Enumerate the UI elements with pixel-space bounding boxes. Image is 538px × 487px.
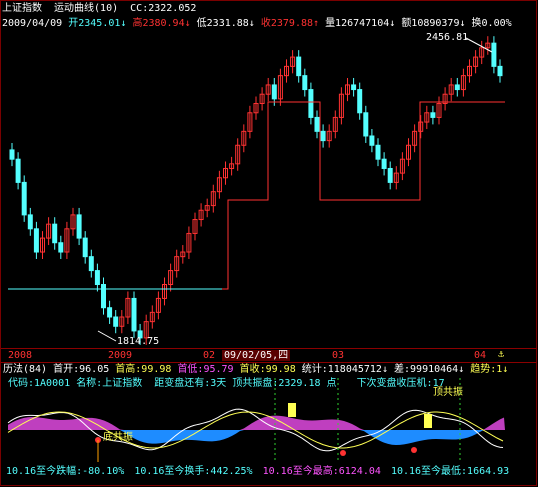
axis-label-03: 03 bbox=[332, 350, 345, 361]
candle-body bbox=[320, 130, 326, 142]
candle-body bbox=[454, 84, 460, 91]
candle-body bbox=[101, 284, 106, 309]
candle-body bbox=[308, 89, 314, 118]
status-dist: 距变盘还有:3 bbox=[154, 378, 217, 389]
divider bbox=[1, 348, 537, 349]
status-day: 天 bbox=[216, 378, 227, 389]
candle-body bbox=[82, 237, 88, 258]
signal-bar bbox=[424, 414, 432, 428]
divider bbox=[1, 362, 537, 363]
candle-body bbox=[94, 270, 100, 286]
bottom-bar: 10.16至今跌幅:-80.10% 10.16至今换手:442.25% 10.1… bbox=[6, 466, 509, 478]
status-stat: 统计:118045712↓ bbox=[301, 364, 388, 375]
candle-body bbox=[381, 158, 387, 169]
signal-bar bbox=[288, 403, 296, 417]
status-code: 代码:1A0001 bbox=[8, 378, 71, 389]
bottom-low: 10.16至今最低:1664.93 bbox=[390, 466, 510, 477]
candle-body bbox=[131, 297, 137, 332]
candle-body bbox=[296, 56, 302, 77]
max-price-label: 2456.81 bbox=[426, 32, 469, 43]
candle-body bbox=[113, 316, 119, 327]
candle-body bbox=[369, 135, 375, 146]
status-diff: 差:99910464↓ bbox=[394, 364, 465, 375]
candle-body bbox=[52, 223, 58, 244]
status-history: 历法(84) bbox=[3, 364, 48, 375]
min-pointer bbox=[97, 330, 117, 342]
candle-body bbox=[21, 181, 27, 216]
bottom-amp: 10.16至今跌幅:-80.10% bbox=[6, 466, 125, 477]
status-first-open: 首开:96.05 bbox=[53, 364, 110, 375]
candle-body bbox=[302, 75, 308, 91]
status-trend: 趋势:1↓ bbox=[470, 364, 509, 375]
candle-body bbox=[88, 256, 94, 272]
candle-body bbox=[15, 158, 21, 183]
axis-label-2008: 2008 bbox=[8, 350, 33, 361]
candle-body bbox=[375, 144, 381, 160]
status-dot: 点 bbox=[326, 378, 337, 389]
candle-body bbox=[107, 307, 113, 318]
status-name: 名称:上证指数 bbox=[76, 378, 143, 389]
axis-cursor-date[interactable]: 09/02/05,四 bbox=[222, 350, 291, 362]
status-first-low: 首低:95.79 bbox=[177, 364, 234, 375]
axis-label-2009: 2009 bbox=[108, 350, 133, 361]
candle-body bbox=[491, 42, 497, 67]
bottom-turn: 10.16至今换手:442.25% bbox=[134, 466, 253, 477]
status-first-high: 首高:99.98 bbox=[115, 364, 172, 375]
candlestick-chart[interactable] bbox=[0, 0, 538, 487]
candle-body bbox=[9, 149, 15, 160]
signal-dot bbox=[340, 450, 346, 456]
status-row-1: 历法(84) 首开:96.05 首高:99.98 首低:95.79 首收:99.… bbox=[3, 364, 508, 376]
min-price-label: 1814.75 bbox=[117, 336, 160, 347]
candle-body bbox=[33, 228, 39, 253]
signal-dot bbox=[411, 447, 417, 453]
axis-label-04: 04 bbox=[474, 350, 487, 361]
candle-body bbox=[58, 242, 64, 253]
oscillator-negative-area bbox=[8, 430, 505, 446]
candle-body bbox=[387, 167, 393, 183]
status-first-close: 首收:99.98 bbox=[239, 364, 296, 375]
candle-body bbox=[27, 214, 33, 230]
support-step-line bbox=[150, 101, 505, 290]
status-row-2: 代码:1A0001 名称:上证指数 距变盘还有:3天 顶共振盘:2329.18 … bbox=[8, 378, 445, 390]
candle-body bbox=[363, 112, 369, 137]
status-top: 顶共振盘:2329.18 bbox=[232, 378, 321, 389]
anchor-icon[interactable]: ⚓ bbox=[498, 349, 504, 361]
bottom-high: 10.16至今最高:6124.04 bbox=[262, 466, 381, 477]
candle-body bbox=[430, 112, 436, 118]
candle-body bbox=[497, 65, 503, 77]
top-resonance-label: 顶共振 bbox=[433, 387, 463, 398]
candle-body bbox=[271, 84, 277, 100]
candle-body bbox=[314, 116, 320, 132]
candle-body bbox=[76, 214, 82, 239]
candle-body bbox=[357, 89, 363, 114]
axis-label-02: 02 bbox=[203, 350, 216, 361]
status-next: 下次变盘收压机:17 bbox=[356, 378, 445, 389]
bottom-resonance-label: 底共振 bbox=[103, 432, 133, 443]
candle-body bbox=[351, 84, 357, 91]
